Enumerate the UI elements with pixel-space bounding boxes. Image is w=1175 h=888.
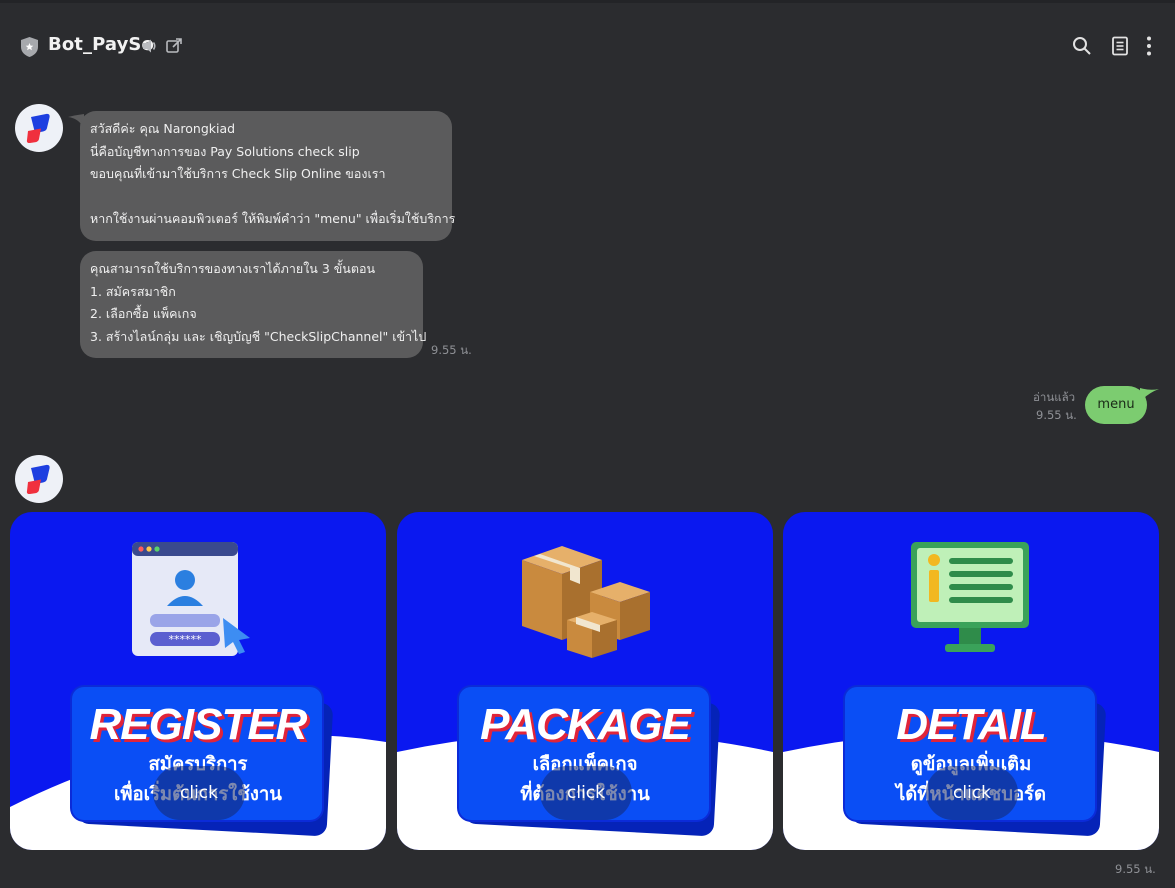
external-link-icon[interactable]	[165, 37, 183, 55]
bot-avatar[interactable]	[15, 455, 63, 503]
greeting-message-bubble[interactable]: สวัสดีค่ะ คุณ Narongkiad นี่คือบัญชีทางก…	[80, 111, 456, 241]
more-icon[interactable]	[1144, 35, 1154, 57]
register-click-button[interactable]: click	[153, 766, 245, 820]
message-line	[90, 186, 442, 209]
message-line: คุณสามารถใช้บริการของทางเราได้ภายใน 3 ขั…	[90, 261, 376, 276]
window-top-border	[0, 0, 1175, 3]
message-line: 1. สมัครสมาชิก	[90, 283, 176, 299]
speaker-icon[interactable]	[141, 37, 159, 55]
package-card[interactable]: PACKAGE เลือกแพ็คเกจ ที่ต้องการใช้งาน cl…	[397, 512, 773, 850]
card-title: DETAIL	[896, 700, 1047, 749]
register-card[interactable]: ****** REGISTER สมัครบริการ เพื่อเริ่มต้…	[10, 512, 386, 850]
message-line: หากใช้งานผ่านคอมพิวเตอร์ ให้พิมพ์คำว่า "…	[90, 211, 456, 226]
search-icon[interactable]	[1072, 36, 1092, 56]
message-line: ขอบคุณที่เข้ามาใช้บริการ Check Slip Onli…	[90, 166, 386, 181]
shield-icon	[21, 37, 38, 57]
card-title: PACKAGE	[480, 700, 691, 749]
message-line: สวัสดีค่ะ คุณ Narongkiad	[90, 121, 236, 136]
payso-logo-icon	[26, 464, 50, 495]
message-line: นี่คือบัญชีทางการของ Pay Solutions check…	[90, 143, 360, 159]
card-title: REGISTER	[89, 700, 308, 749]
read-status: อ่านแล้ว	[1033, 390, 1076, 404]
info-monitor-icon	[911, 542, 1029, 652]
package-boxes-icon	[522, 546, 650, 658]
detail-card[interactable]: DETAIL ดูข้อมูลเพิ่มเติม ได้ที่หน้าแดชบอ…	[783, 512, 1159, 850]
message-line: 2. เลือกซื้อ แพ็คเกจ	[90, 306, 197, 321]
detail-click-button[interactable]: click	[926, 766, 1018, 820]
steps-message-bubble[interactable]: คุณสามารถใช้บริการของทางเราได้ภายใน 3 ขั…	[80, 251, 427, 358]
bot-avatar[interactable]	[15, 104, 63, 152]
payso-logo-icon	[26, 113, 50, 144]
message-timestamp: 9.55 น.	[431, 343, 472, 357]
svg-text:******: ******	[169, 633, 203, 646]
message-timestamp: 9.55 น.	[1115, 862, 1156, 876]
user-message-bubble[interactable]: menu	[1085, 386, 1147, 424]
notes-icon[interactable]	[1111, 36, 1129, 56]
package-click-button[interactable]: click	[540, 766, 632, 820]
message-line: 3. สร้างไลน์กลุ่ม และ เชิญบัญชี "CheckSl…	[90, 328, 427, 344]
message-timestamp: 9.55 น.	[1036, 408, 1077, 422]
register-window-icon: ******	[132, 542, 250, 656]
chat-title: Bot_PaySo	[48, 34, 154, 55]
chat-header: Bot_PaySo	[0, 24, 1175, 68]
